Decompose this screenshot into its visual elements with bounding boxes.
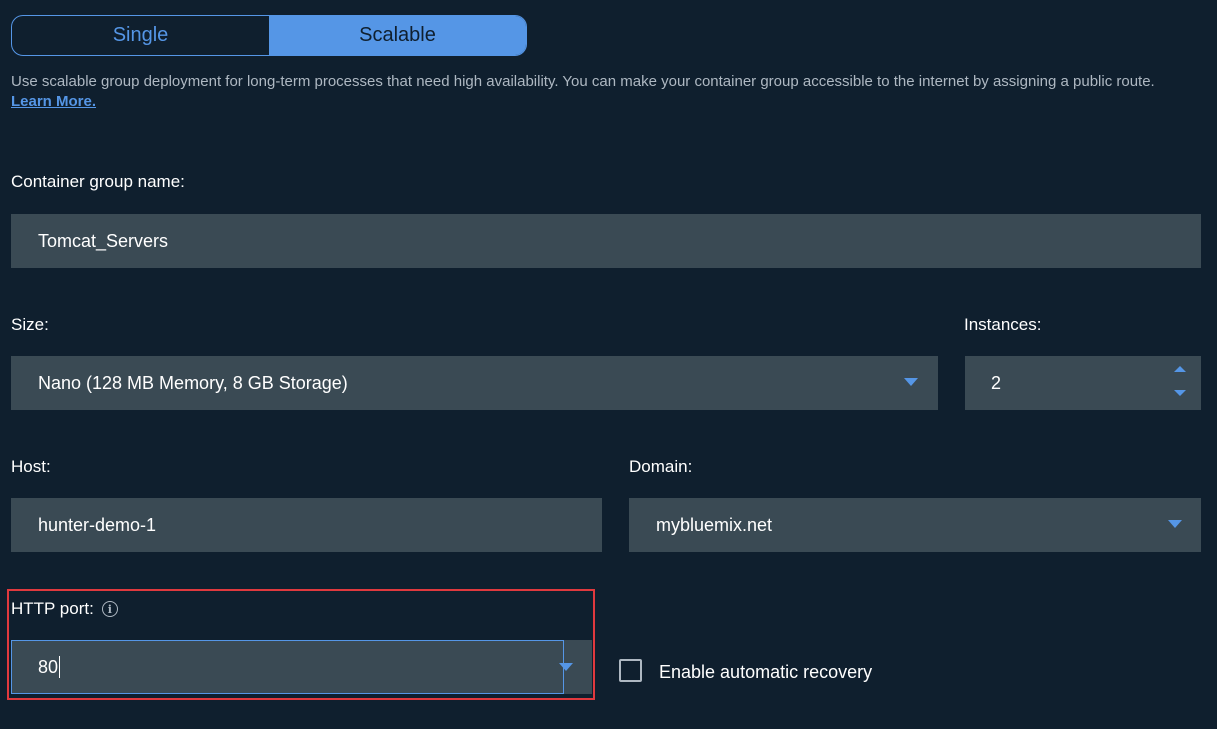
instances-stepper[interactable]: 2 bbox=[965, 356, 1201, 410]
size-value: Nano (128 MB Memory, 8 GB Storage) bbox=[38, 372, 348, 393]
host-input[interactable]: hunter-demo-1 bbox=[11, 498, 602, 552]
description-text: Use scalable group deployment for long-t… bbox=[11, 73, 1155, 90]
recovery-checkbox[interactable] bbox=[619, 659, 642, 682]
recovery-label: Enable automatic recovery bbox=[659, 662, 873, 682]
chevron-down-icon bbox=[559, 663, 573, 671]
text-cursor bbox=[59, 656, 61, 678]
container-group-name-value: Tomcat_Servers bbox=[38, 230, 169, 251]
decrement-icon[interactable] bbox=[1174, 390, 1186, 396]
domain-value: mybluemix.net bbox=[656, 514, 773, 535]
host-value: hunter-demo-1 bbox=[38, 514, 157, 535]
instances-value: 2 bbox=[991, 372, 1002, 393]
info-icon[interactable]: i bbox=[101, 601, 118, 617]
scalable-option[interactable]: Scalable bbox=[269, 16, 526, 55]
http-port-input[interactable]: 80 bbox=[11, 640, 564, 694]
chevron-down-icon bbox=[1168, 520, 1182, 528]
http-port-label-row: HTTP port: i bbox=[11, 599, 118, 619]
increment-icon[interactable] bbox=[1174, 366, 1186, 372]
chevron-down-icon bbox=[904, 378, 918, 386]
http-port-dropdown-button[interactable] bbox=[559, 640, 592, 694]
http-port-label: HTTP port: bbox=[11, 599, 94, 618]
deployment-toggle: Single Scalable bbox=[11, 15, 527, 56]
learn-more-link[interactable]: Learn More. bbox=[11, 93, 96, 110]
deployment-description: Use scalable group deployment for long-t… bbox=[11, 72, 1191, 112]
domain-select[interactable]: mybluemix.net bbox=[629, 498, 1201, 552]
instances-label: Instances: bbox=[964, 315, 1042, 334]
single-option[interactable]: Single bbox=[12, 16, 269, 55]
host-label: Host: bbox=[11, 457, 51, 476]
domain-label: Domain: bbox=[629, 457, 693, 476]
http-port-value: 80 bbox=[38, 656, 59, 677]
container-group-name-label: Container group name: bbox=[11, 172, 185, 191]
size-select[interactable]: Nano (128 MB Memory, 8 GB Storage) bbox=[11, 356, 938, 410]
container-group-name-input[interactable]: Tomcat_Servers bbox=[11, 214, 1201, 268]
size-label: Size: bbox=[11, 315, 49, 334]
